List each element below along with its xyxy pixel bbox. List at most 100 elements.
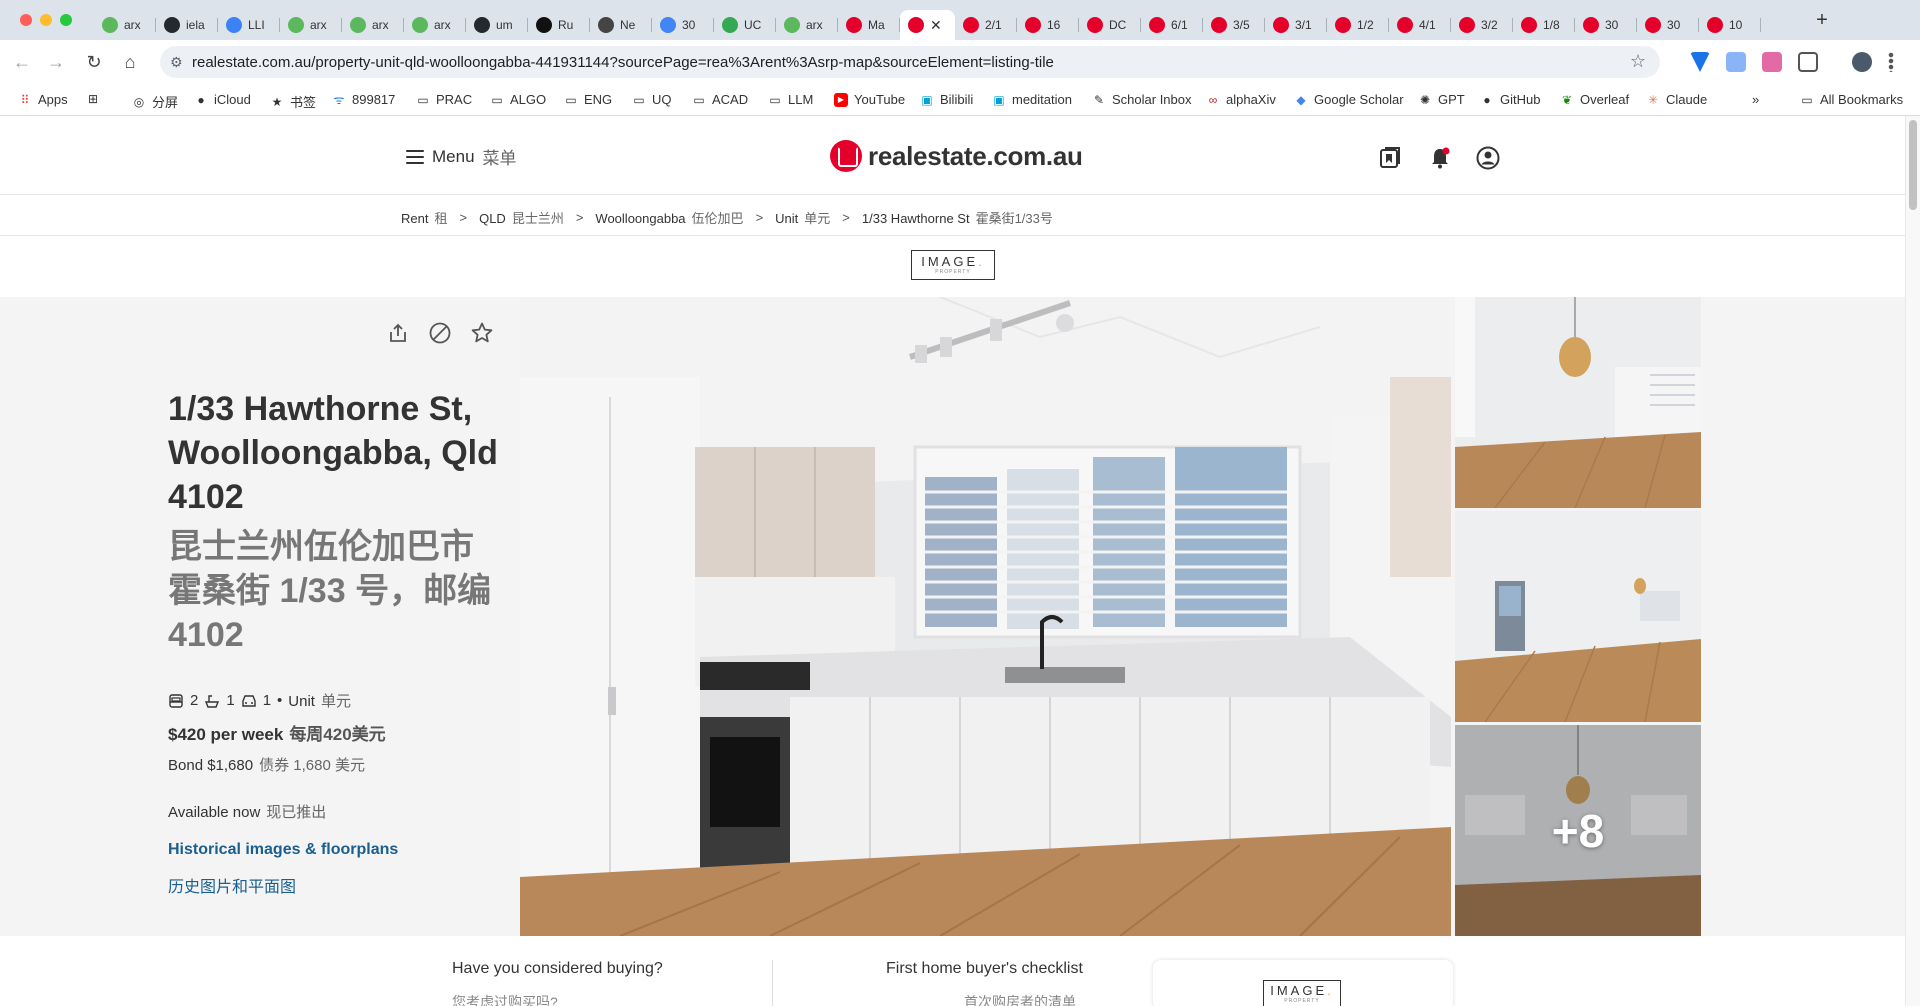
historical-images-link-zh[interactable]: 历史图片和平面图 bbox=[168, 873, 296, 897]
extension-docs-icon[interactable] bbox=[1726, 52, 1746, 72]
page-scrollbar[interactable] bbox=[1905, 116, 1920, 1006]
historical-images-link[interactable]: Historical images & floorplans bbox=[168, 841, 398, 859]
gallery-thumbnail-2[interactable] bbox=[1455, 511, 1701, 722]
notifications-bell-icon[interactable] bbox=[1428, 146, 1452, 170]
bookmark-split-screen[interactable]: ◎ 分屏 bbox=[132, 92, 178, 111]
bookmark-apps[interactable]: ⠿ Apps bbox=[18, 92, 68, 107]
bookmark-star-icon[interactable]: ☆ bbox=[1630, 51, 1646, 72]
site-info-icon[interactable]: ⚙ bbox=[170, 54, 183, 71]
bookmark-claude[interactable]: ✳ Claude bbox=[1646, 92, 1707, 107]
extension-vimium-icon[interactable] bbox=[1690, 52, 1710, 72]
browser-tab[interactable]: arx bbox=[280, 10, 342, 40]
browser-tab[interactable]: 30 bbox=[1637, 10, 1699, 40]
menu-button[interactable]: Menu 菜单 bbox=[406, 144, 517, 169]
bookmark-alphaxiv[interactable]: ∞ alphaXiv bbox=[1206, 92, 1276, 107]
browser-tab-active[interactable]: ✕ bbox=[900, 10, 955, 40]
buying-promo-title[interactable]: Have you considered buying? bbox=[452, 960, 663, 978]
breadcrumb-qld[interactable]: QLD 昆士兰州 bbox=[479, 208, 564, 227]
browser-tab[interactable]: 30 bbox=[1575, 10, 1637, 40]
browser-tab[interactable]: 3/1 bbox=[1265, 10, 1327, 40]
browser-tab[interactable]: um bbox=[466, 10, 528, 40]
extensions-puzzle-icon[interactable] bbox=[1798, 52, 1818, 72]
bookmark-split[interactable]: ⊞ bbox=[86, 92, 100, 106]
profile-avatar[interactable] bbox=[1852, 52, 1872, 72]
browser-tab[interactable]: 2/1 bbox=[955, 10, 1017, 40]
bookmark-folder-uq[interactable]: ▭ UQ bbox=[632, 92, 671, 107]
gallery-thumbnail-more[interactable]: +8 bbox=[1455, 725, 1701, 936]
browser-tab[interactable]: UC bbox=[714, 10, 776, 40]
browser-tab[interactable]: arx bbox=[94, 10, 156, 40]
bookmark-folder-prac[interactable]: ▭ PRAC bbox=[416, 92, 472, 107]
maximize-window-button[interactable] bbox=[60, 14, 72, 26]
claude-icon: ✳ bbox=[1647, 92, 1659, 107]
bookmark-folder-llm[interactable]: ▭ LLM bbox=[768, 92, 813, 107]
breadcrumb-unit[interactable]: Unit 单元 bbox=[775, 208, 830, 227]
browser-tab[interactable]: 4/1 bbox=[1389, 10, 1451, 40]
minimize-window-button[interactable] bbox=[40, 14, 52, 26]
browser-tab[interactable]: Ne bbox=[590, 10, 652, 40]
saved-properties-icon[interactable] bbox=[1378, 146, 1402, 170]
bookmarks-overflow-button[interactable]: » bbox=[1752, 92, 1759, 107]
browser-tab[interactable]: 3/2 bbox=[1451, 10, 1513, 40]
browser-tab[interactable]: Ma bbox=[838, 10, 900, 40]
agency-card[interactable]: IMAGE. PROPERTY bbox=[1153, 960, 1453, 1006]
browser-tab[interactable]: 30 bbox=[652, 10, 714, 40]
folder-icon: ▭ bbox=[417, 92, 429, 107]
bookmark-overleaf[interactable]: ❦ Overleaf bbox=[1560, 92, 1629, 107]
browser-tab[interactable]: arx bbox=[776, 10, 838, 40]
all-bookmarks-button[interactable]: ▭ All Bookmarks bbox=[1800, 92, 1903, 107]
browser-tab[interactable]: 3/5 bbox=[1203, 10, 1265, 40]
browser-tab[interactable]: iela bbox=[156, 10, 218, 40]
bookmark-bilibili[interactable]: ▣ Bilibili bbox=[920, 92, 973, 107]
browser-tab[interactable]: 16 bbox=[1017, 10, 1079, 40]
browser-tab[interactable]: LLI bbox=[218, 10, 280, 40]
reload-icon[interactable]: ↻ bbox=[82, 50, 106, 74]
new-tab-button[interactable]: + bbox=[1810, 8, 1834, 32]
gallery-thumbnail-1[interactable] bbox=[1455, 297, 1701, 508]
bookmark-gpt[interactable]: ✺ GPT bbox=[1418, 92, 1465, 107]
browser-tab[interactable]: 1/2 bbox=[1327, 10, 1389, 40]
bookmark-bookmarks[interactable]: ★ 书签 bbox=[270, 92, 316, 111]
listing-address-title-zh: 昆士兰州伍伦加巴市霍桑街 1/33 号，邮编 4102 bbox=[168, 528, 492, 654]
bookmark-icloud[interactable]: ● iCloud bbox=[194, 92, 250, 107]
extension-photo-icon[interactable] bbox=[1762, 52, 1782, 72]
browser-tab[interactable]: arx bbox=[342, 10, 404, 40]
checklist-promo-title[interactable]: First home buyer's checklist bbox=[886, 960, 1083, 978]
address-bar[interactable]: ⚙ realestate.com.au/property-unit-qld-wo… bbox=[160, 46, 1660, 78]
close-tab-icon[interactable]: ✕ bbox=[930, 17, 942, 34]
bookmark-meditation[interactable]: ▣ meditation bbox=[992, 92, 1072, 107]
user-account-icon[interactable] bbox=[1476, 146, 1500, 170]
close-window-button[interactable] bbox=[20, 14, 32, 26]
hide-listing-icon[interactable] bbox=[428, 321, 452, 345]
share-icon[interactable] bbox=[386, 321, 410, 345]
back-icon[interactable]: ← bbox=[10, 50, 34, 74]
browser-tab[interactable]: Ru bbox=[528, 10, 590, 40]
bookmark-899817[interactable]: ᯤ 899817 bbox=[332, 92, 396, 107]
bookmark-folder-acad[interactable]: ▭ ACAD bbox=[692, 92, 748, 107]
browser-tab[interactable]: arx bbox=[404, 10, 466, 40]
bookmark-scholar-inbox[interactable]: ✎ Scholar Inbox bbox=[1092, 92, 1192, 107]
breadcrumb-suburb[interactable]: Woolloongabba 伍伦加巴 bbox=[595, 208, 743, 227]
forward-icon[interactable]: → bbox=[44, 50, 68, 74]
browser-menu-icon[interactable] bbox=[1888, 52, 1894, 72]
bookmark-youtube[interactable]: ▶ YouTube bbox=[834, 92, 905, 107]
main-listing-photo[interactable] bbox=[520, 297, 1451, 936]
browser-tab[interactable]: 10 bbox=[1699, 10, 1761, 40]
save-star-icon[interactable] bbox=[470, 321, 494, 345]
tab-title: 1/2 bbox=[1357, 18, 1374, 32]
bookmark-github[interactable]: ● GitHub bbox=[1480, 92, 1540, 107]
breadcrumb-rent[interactable]: Rent 租 bbox=[401, 208, 447, 227]
brand-logo[interactable]: realestate.com.au bbox=[830, 140, 1083, 172]
url-text[interactable]: realestate.com.au/property-unit-qld-wool… bbox=[192, 54, 1054, 71]
bookmark-google-scholar[interactable]: ◆ Google Scholar bbox=[1294, 92, 1403, 107]
browser-tab[interactable]: 1/8 bbox=[1513, 10, 1575, 40]
home-icon[interactable]: ⌂ bbox=[118, 50, 142, 74]
bookmark-folder-eng[interactable]: ▭ ENG bbox=[564, 92, 612, 107]
tab-favicon-icon bbox=[350, 17, 366, 33]
bookmark-folder-algo[interactable]: ▭ ALGO bbox=[490, 92, 546, 107]
browser-tab[interactable]: 6/1 bbox=[1141, 10, 1203, 40]
agency-logo[interactable]: IMAGE. PROPERTY bbox=[911, 250, 995, 280]
hamburger-icon bbox=[406, 149, 424, 164]
browser-tab[interactable]: DC bbox=[1079, 10, 1141, 40]
scrollbar-thumb[interactable] bbox=[1909, 120, 1917, 210]
